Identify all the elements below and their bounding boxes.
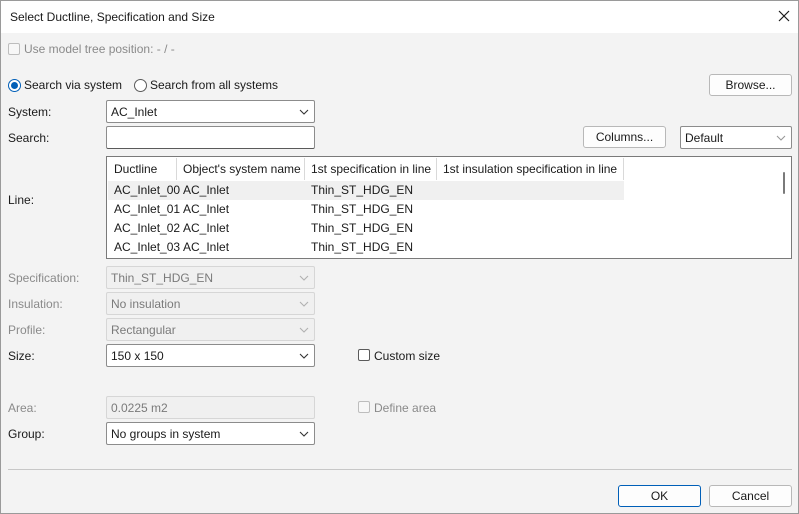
cell-system-name: AC_Inlet — [183, 183, 230, 197]
group-value: No groups in system — [111, 427, 221, 441]
column-header-system-name[interactable]: Object's system name — [177, 158, 305, 180]
chevron-down-icon — [299, 431, 309, 437]
group-dropdown[interactable]: No groups in system — [106, 422, 315, 445]
cell-ductline: AC_Inlet_01 — [114, 202, 181, 216]
column-header-ductline[interactable]: Ductline — [108, 158, 177, 180]
search-all-systems-label[interactable]: Search from all systems — [150, 78, 278, 92]
chevron-down-icon — [299, 327, 309, 333]
chevron-down-icon — [299, 275, 309, 281]
system-value: AC_Inlet — [111, 105, 158, 119]
search-via-system-radio[interactable] — [8, 79, 21, 92]
insulation-dropdown[interactable]: No insulation — [106, 292, 315, 315]
title-bar[interactable]: Select Ductline, Specification and Size — [1, 1, 798, 33]
define-area-checkbox[interactable] — [358, 401, 370, 413]
custom-size-checkbox[interactable] — [358, 349, 370, 361]
chevron-down-icon — [299, 109, 309, 115]
footer-divider — [8, 469, 792, 470]
column-header-first-spec[interactable]: 1st specification in line — [305, 158, 437, 180]
model-tree-checkbox[interactable] — [8, 43, 20, 55]
cell-first-spec: Thin_ST_HDG_EN — [311, 202, 414, 216]
insulation-label: Insulation: — [8, 297, 63, 311]
specification-dropdown[interactable]: Thin_ST_HDG_EN — [106, 266, 315, 289]
cell-system-name: AC_Inlet — [183, 202, 230, 216]
system-dropdown[interactable]: AC_Inlet — [106, 100, 315, 123]
cell-system-name: AC_Inlet — [183, 240, 230, 254]
size-value: 150 x 150 — [111, 349, 164, 363]
columns-button[interactable]: Columns... — [583, 126, 666, 148]
specification-label: Specification: — [8, 271, 80, 285]
cell-first-spec: Thin_ST_HDG_EN — [311, 183, 414, 197]
dialog-title: Select Ductline, Specification and Size — [10, 10, 215, 24]
chevron-down-icon — [776, 135, 786, 141]
search-label: Search: — [8, 131, 50, 145]
browse-button[interactable]: Browse... — [709, 74, 792, 96]
cell-ductline: AC_Inlet_03 — [114, 240, 181, 254]
profile-value: Rectangular — [111, 323, 176, 337]
line-list[interactable]: Ductline Object's system name 1st specif… — [106, 156, 792, 259]
chevron-down-icon — [299, 353, 309, 359]
group-label: Group: — [8, 427, 45, 441]
size-label: Size: — [8, 349, 35, 363]
table-row[interactable]: AC_Inlet_00 AC_Inlet Thin_ST_HDG_EN — [108, 181, 624, 200]
table-row[interactable]: AC_Inlet_02 AC_Inlet Thin_ST_HDG_EN — [108, 219, 624, 238]
cell-first-spec: Thin_ST_HDG_EN — [311, 221, 414, 235]
column-header-first-insulation[interactable]: 1st insulation specification in line — [437, 158, 624, 180]
cell-ductline: AC_Inlet_00 — [114, 183, 181, 197]
table-row[interactable]: AC_Inlet_01 AC_Inlet Thin_ST_HDG_EN — [108, 200, 624, 219]
preset-value: Default — [685, 131, 724, 145]
dialog-body: Use model tree position: - / - Search vi… — [1, 33, 798, 513]
chevron-down-icon — [299, 301, 309, 307]
area-value: 0.0225 m2 — [111, 401, 168, 415]
cell-first-spec: Thin_ST_HDG_EN — [311, 240, 414, 254]
profile-dropdown[interactable]: Rectangular — [106, 318, 315, 341]
insulation-value: No insulation — [111, 297, 181, 311]
dialog-window: Select Ductline, Specification and Size … — [0, 0, 799, 514]
define-area-label: Define area — [374, 401, 437, 415]
profile-label: Profile: — [8, 323, 46, 337]
search-all-systems-radio[interactable] — [134, 79, 147, 92]
cell-ductline: AC_Inlet_02 — [114, 221, 181, 235]
model-tree-label: Use model tree position: - / - — [24, 42, 175, 56]
area-label: Area: — [8, 401, 37, 415]
size-dropdown[interactable]: 150 x 150 — [106, 344, 315, 367]
specification-value: Thin_ST_HDG_EN — [111, 271, 214, 285]
preset-dropdown[interactable]: Default — [680, 126, 792, 149]
system-label: System: — [8, 105, 52, 119]
line-label: Line: — [8, 193, 35, 207]
cancel-button[interactable]: Cancel — [709, 485, 792, 507]
ok-button[interactable]: OK — [618, 485, 701, 507]
search-via-system-label[interactable]: Search via system — [24, 78, 122, 92]
area-input[interactable]: 0.0225 m2 — [106, 396, 315, 419]
custom-size-label[interactable]: Custom size — [374, 349, 440, 363]
table-row[interactable]: AC_Inlet_03 AC_Inlet Thin_ST_HDG_EN — [108, 238, 624, 257]
close-icon[interactable] — [775, 7, 793, 25]
list-scrollbar[interactable] — [783, 172, 785, 194]
search-input[interactable] — [106, 126, 315, 149]
cell-system-name: AC_Inlet — [183, 221, 230, 235]
